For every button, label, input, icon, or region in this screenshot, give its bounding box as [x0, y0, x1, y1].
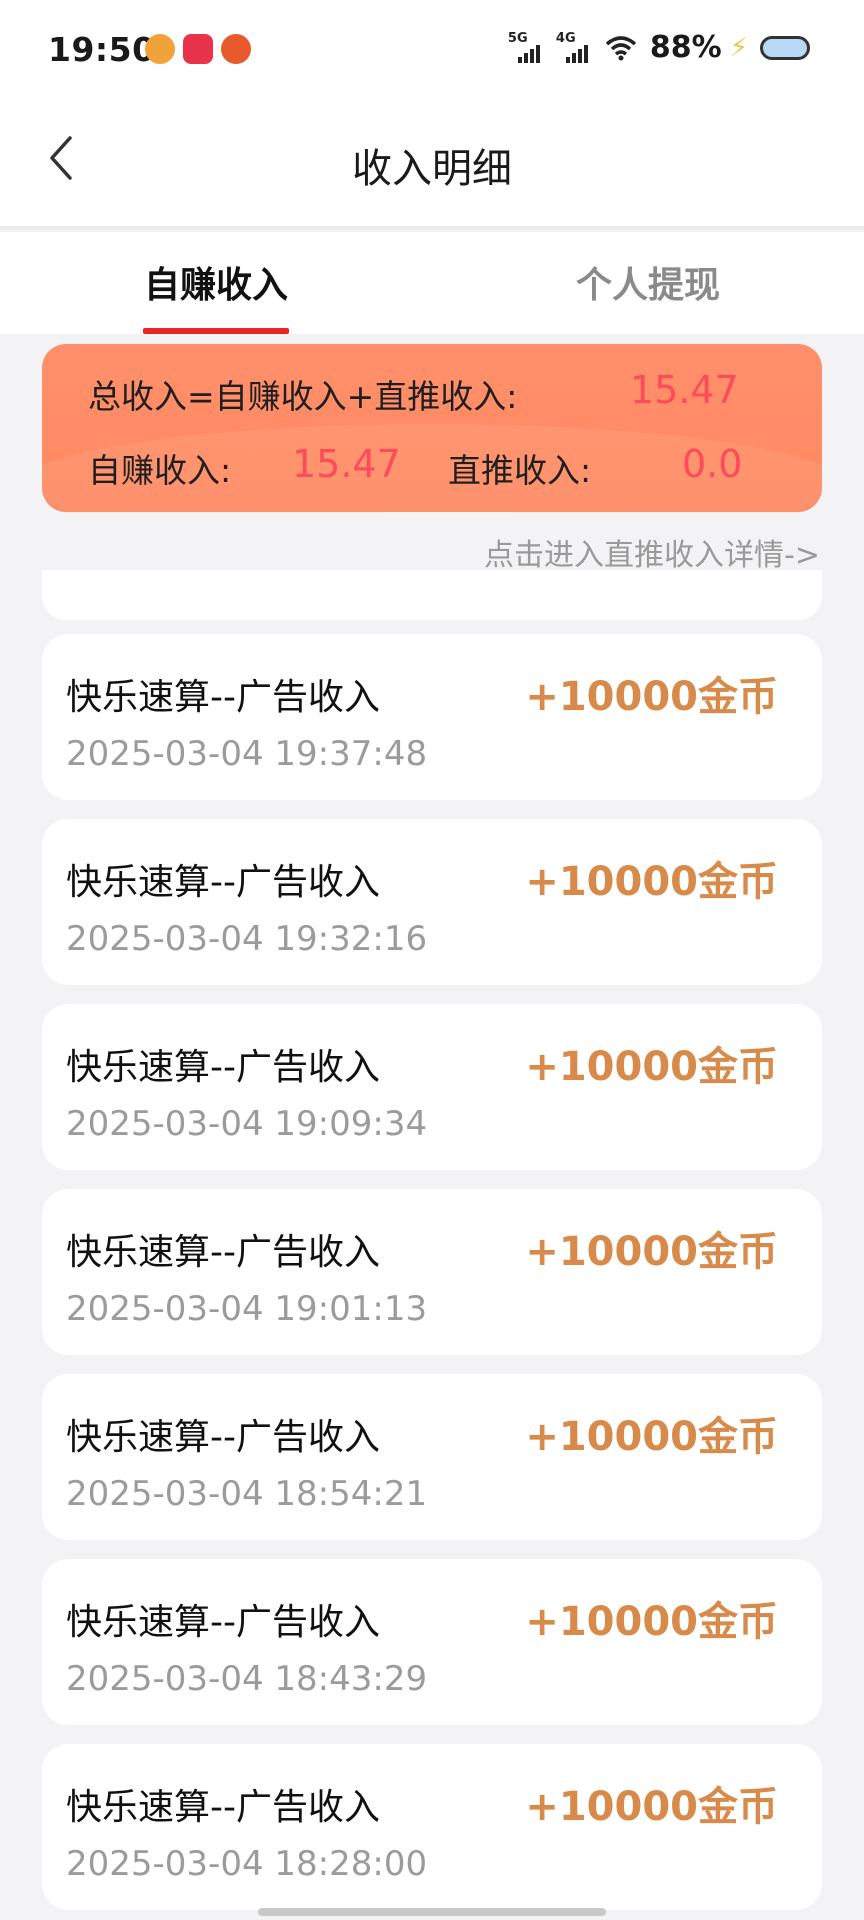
tab-self-income[interactable]: 自赚收入	[144, 256, 288, 308]
list-item[interactable]: 快乐速算--广告收入 +10000金币 2025-03-04 19:09:34	[42, 1004, 822, 1170]
page-title: 收入明细	[352, 146, 512, 192]
record-time: 2025-03-04 19:37:48	[66, 734, 428, 774]
record-time: 2025-03-04 18:43:29	[66, 1659, 428, 1699]
record-amount: +10000金币	[525, 1599, 778, 1645]
record-amount: +10000金币	[525, 1044, 778, 1090]
record-title: 快乐速算--广告收入	[66, 1602, 380, 1643]
total-income-value: 15.47	[630, 368, 739, 412]
battery-percent: 88%	[649, 30, 722, 65]
record-amount: +10000金币	[525, 1229, 778, 1275]
income-record-list[interactable]: 快乐速算--广告收入 +10000金币 2025-03-04 19:37:48 快乐速…	[0, 570, 864, 1920]
app-notification-icon	[183, 34, 213, 64]
tab-bar: 自赚收入 个人提现	[0, 232, 864, 334]
app-notification-icon	[145, 34, 175, 64]
direct-income-detail-link[interactable]: 点击进入直推收入详情->	[484, 530, 820, 574]
record-time: 2025-03-04 18:54:21	[66, 1474, 428, 1514]
tab-withdrawal[interactable]: 个人提现	[576, 256, 720, 308]
list-item[interactable]: 快乐速算--广告收入 +10000金币 2025-03-04 19:37:48	[42, 634, 822, 800]
direct-income-label: 直推收入:	[448, 451, 592, 490]
nav-bar: 收入明细	[0, 100, 864, 226]
self-income-value: 15.47	[292, 442, 401, 486]
status-time: 19:50	[48, 30, 156, 69]
signal-5g-icon: 5G	[508, 31, 544, 65]
record-amount: +10000金币	[525, 859, 778, 905]
self-income-label: 自赚收入:	[88, 451, 232, 490]
record-time: 2025-03-04 19:09:34	[66, 1104, 428, 1144]
record-amount: +10000金币	[525, 1784, 778, 1830]
record-time: 2025-03-04 19:32:16	[66, 919, 428, 959]
signal-4g-icon: 4G	[556, 31, 592, 65]
app-notification-icon	[221, 34, 251, 64]
charging-icon: ⚡	[729, 32, 748, 63]
direct-income-value: 0.0	[682, 442, 743, 486]
record-title: 快乐速算--广告收入	[66, 677, 380, 718]
tab-active-indicator	[143, 328, 289, 334]
battery-icon	[760, 35, 810, 60]
notification-icons	[145, 34, 251, 64]
record-time: 2025-03-04 19:01:13	[66, 1289, 428, 1329]
list-item[interactable]: 快乐速算--广告收入 +10000金币 2025-03-04 18:54:21	[42, 1374, 822, 1540]
record-time: 2025-03-04 18:28:00	[66, 1844, 428, 1884]
total-income-label: 总收入=自赚收入+直推收入:	[88, 377, 518, 416]
record-title: 快乐速算--广告收入	[66, 1417, 380, 1458]
status-bar: 19:50 5G 4G 88% ⚡	[0, 0, 864, 100]
record-title: 快乐速算--广告收入	[66, 862, 380, 903]
record-title: 快乐速算--广告收入	[66, 1787, 380, 1828]
record-amount: +10000金币	[525, 1414, 778, 1460]
record-title: 快乐速算--广告收入	[66, 1232, 380, 1273]
list-item[interactable]: 快乐速算--广告收入 +10000金币 2025-03-04 18:43:29	[42, 1559, 822, 1725]
income-summary-card: 总收入=自赚收入+直推收入: 15.47 自赚收入: 15.47 直推收入: 0…	[42, 344, 822, 512]
home-indicator	[258, 1908, 606, 1916]
list-item[interactable]: 快乐速算--广告收入 +10000金币 2025-03-04 18:28:00	[42, 1744, 822, 1910]
system-icons: 5G 4G 88% ⚡	[508, 30, 810, 65]
record-title: 快乐速算--广告收入	[66, 1047, 380, 1088]
wifi-icon	[605, 35, 637, 60]
list-item[interactable]: 快乐速算--广告收入 +10000金币 2025-03-04 19:32:16	[42, 819, 822, 985]
list-item-partial	[42, 570, 822, 620]
list-item[interactable]: 快乐速算--广告收入 +10000金币 2025-03-04 19:01:13	[42, 1189, 822, 1355]
record-amount: +10000金币	[525, 674, 778, 720]
